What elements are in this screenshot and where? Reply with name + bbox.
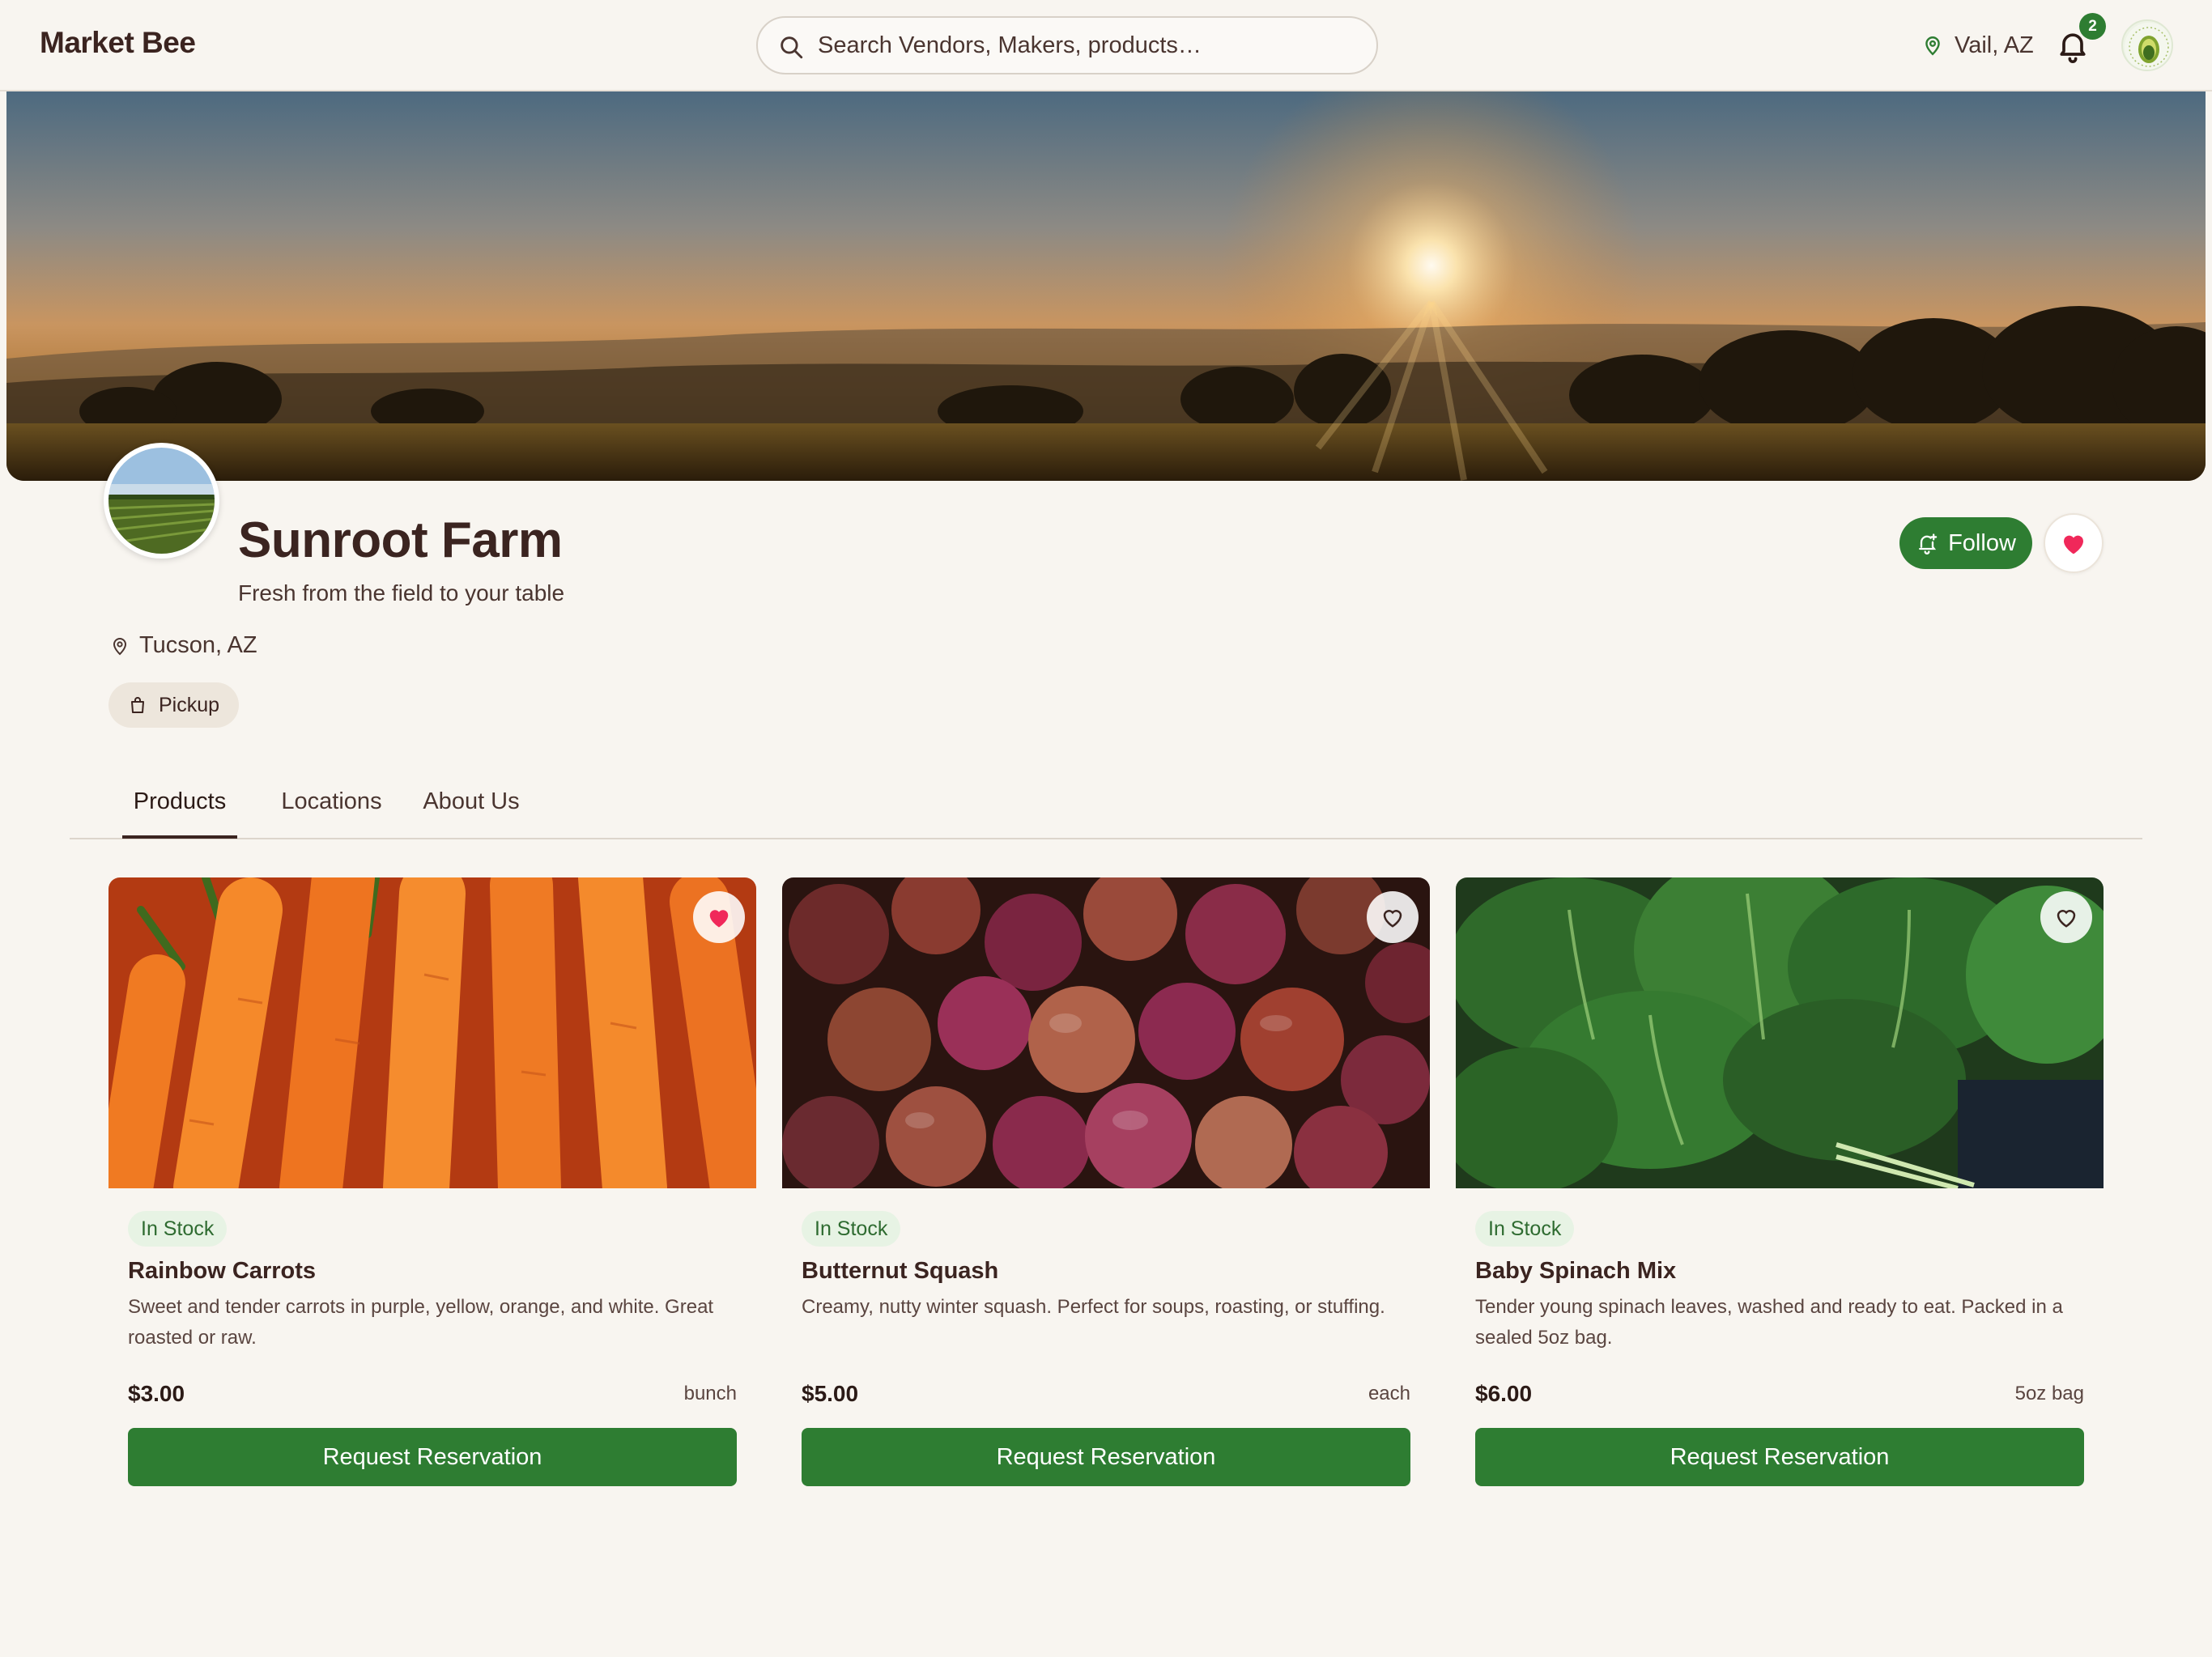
heart-icon [709,910,729,928]
product-card: In Stock Baby Spinach Mix Tender young s… [1456,877,2104,1501]
top-nav: Market Bee Vail, AZ 2 [0,0,2212,91]
request-reservation-button[interactable]: Request Reservation [802,1428,1410,1486]
heart-icon [2057,910,2076,928]
product-image[interactable] [1456,877,2104,1188]
product-name: Rainbow Carrots [128,1258,317,1284]
search-input[interactable] [818,26,1352,65]
stock-badge: In Stock [128,1211,228,1247]
location-selector[interactable]: Vail, AZ [1922,29,2034,62]
pickup-label: Pickup [159,693,220,716]
product-card: In Stock Butternut Squash Creamy, nutty … [782,877,1430,1501]
hero-banner [6,91,2206,481]
heart-icon [2064,535,2083,554]
search-bar[interactable] [756,16,1378,74]
product-description: Tender young spinach leaves, washed and … [1475,1296,2063,1349]
notification-badge: 2 [2079,13,2106,40]
farm-avatar [104,443,219,559]
favorite-product-button[interactable] [693,891,745,943]
heart-icon [1383,910,1402,928]
favorite-product-button[interactable] [2040,891,2092,943]
farm-location-label: Tucson, AZ [139,632,257,658]
product-image[interactable] [782,877,1430,1188]
product-image[interactable] [108,877,756,1188]
request-reservation-button[interactable]: Request Reservation [128,1428,737,1486]
product-name: Butternut Squash [802,1258,999,1284]
favorite-product-button[interactable] [1367,891,1419,943]
farm-tagline: Fresh from the field to your table [238,580,565,605]
shopping-bag-icon [131,697,144,713]
request-reservation-button[interactable]: Request Reservation [1475,1428,2084,1486]
product-name: Baby Spinach Mix [1475,1258,1677,1284]
product-price: $3.00 [128,1381,185,1406]
tab-about-us[interactable]: About Us [413,769,530,839]
farm-name: Sunroot Farm [238,512,563,568]
tab-products[interactable]: Products [122,769,237,839]
pickup-chip: Pickup [108,682,240,728]
bell-plus-icon [1919,533,1938,554]
tab-bar: Products Locations About Us [70,769,2142,839]
favorite-farm-button[interactable] [2044,513,2104,573]
product-description: Sweet and tender carrots in purple, yell… [128,1296,714,1349]
product-price: $5.00 [802,1381,859,1406]
follow-label: Follow [1948,529,2016,556]
product-card: In Stock Rainbow Carrots Sweet and tende… [108,877,756,1501]
search-icon [781,36,803,59]
follow-button[interactable]: Follow [1899,517,2032,569]
product-price: $6.00 [1475,1381,1533,1406]
stock-badge: In Stock [1475,1211,1575,1247]
map-pin-icon [1925,36,1940,56]
map-pin-icon [113,637,127,655]
location-label: Vail, AZ [1955,32,2034,58]
tab-locations[interactable]: Locations [269,769,394,839]
brand-logo[interactable]: Market Bee [40,26,196,60]
product-description: Creamy, nutty winter squash. Perfect for… [802,1296,1385,1318]
stock-badge: In Stock [802,1211,901,1247]
product-unit: 5oz bag [2014,1383,2084,1404]
user-avatar[interactable] [2121,19,2173,71]
product-unit: each [1368,1383,1410,1404]
farm-location: Tucson, AZ [110,632,257,659]
product-unit: bunch [683,1383,737,1404]
